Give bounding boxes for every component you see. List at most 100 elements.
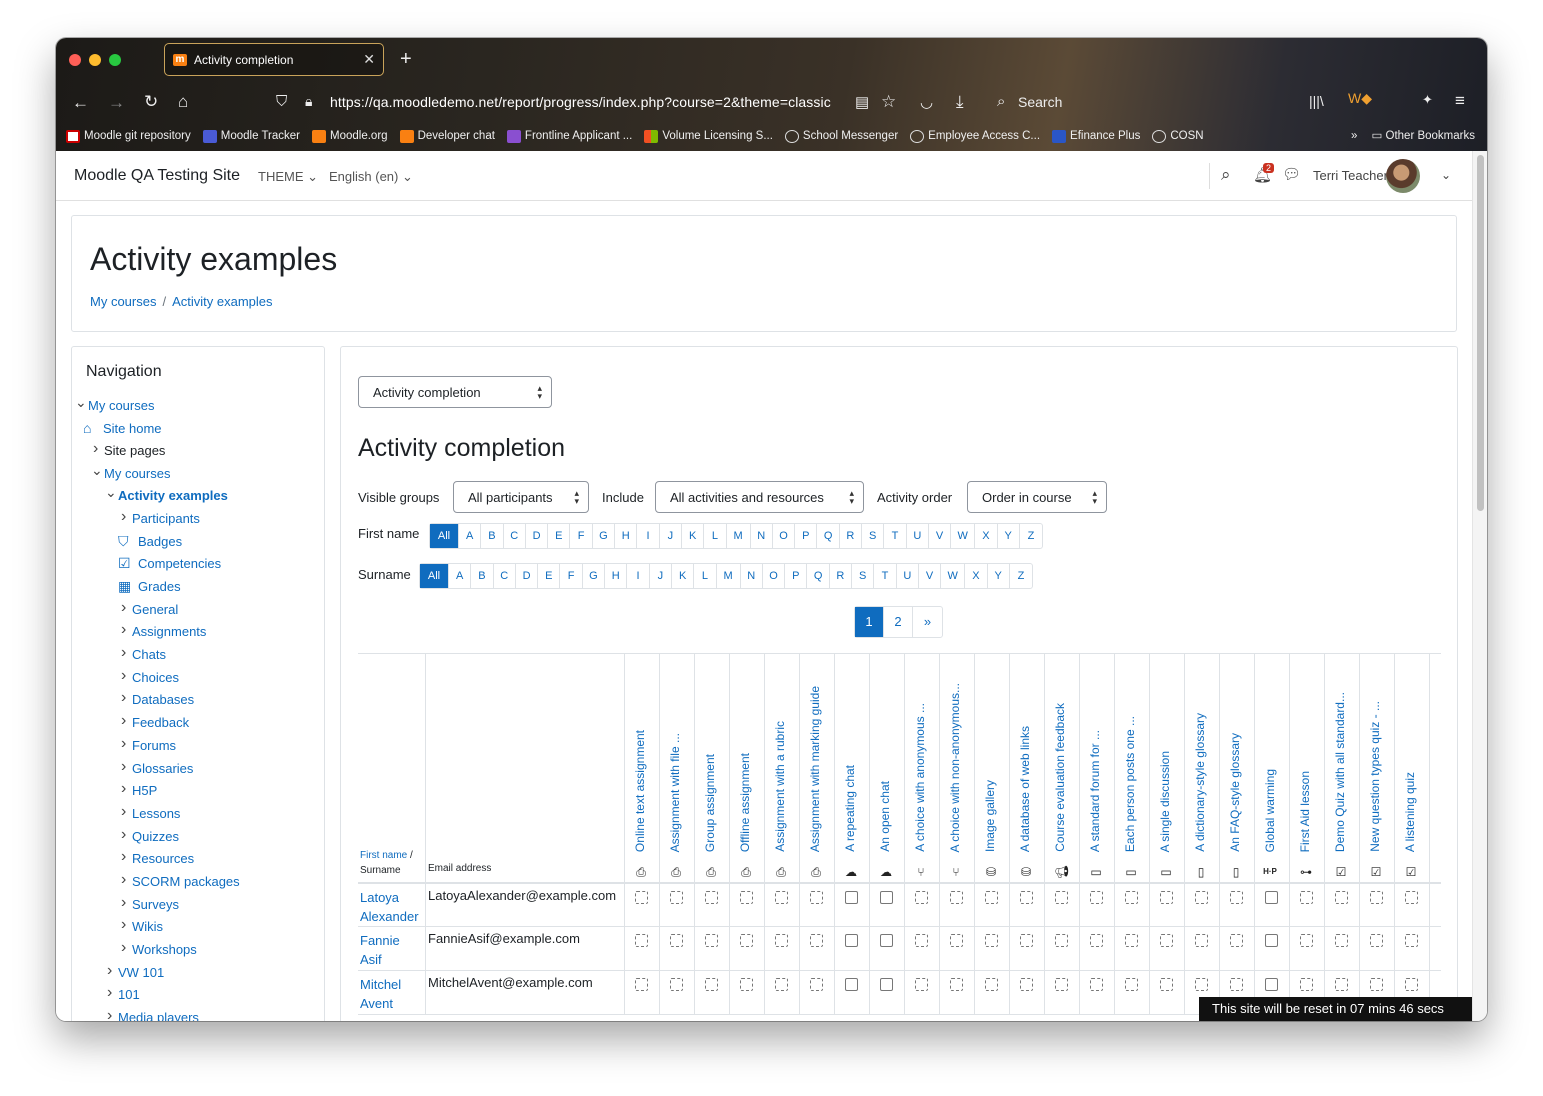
user-name[interactable]: Terri Teacher (1313, 168, 1388, 183)
nav-item[interactable]: Chats (132, 647, 166, 662)
firstname-initial-d[interactable]: D (526, 524, 549, 548)
completion-status-icon[interactable] (1230, 978, 1243, 991)
surname-initial-p[interactable]: P (785, 564, 808, 588)
completion-status-icon[interactable] (775, 934, 788, 947)
nav-item[interactable]: Grades (138, 579, 181, 594)
completion-status-icon[interactable] (810, 978, 823, 991)
completion-status-icon[interactable] (1090, 891, 1103, 904)
activity-link[interactable]: A single discussion (1158, 751, 1172, 852)
firstname-initial-p[interactable]: P (795, 524, 818, 548)
firstname-initial-c[interactable]: C (504, 524, 526, 548)
sort-firstname-link[interactable]: First name (360, 850, 407, 861)
activity-link[interactable]: Assignment with marking guide (808, 686, 822, 852)
completion-status-icon[interactable] (880, 934, 893, 947)
menu-icon[interactable]: ≡ (1455, 91, 1465, 111)
firstname-initial-all[interactable]: All (430, 524, 459, 548)
chevron-down-icon[interactable]: ⌄ (105, 484, 117, 501)
surname-initial-k[interactable]: K (672, 564, 695, 588)
surname-initial-l[interactable]: L (694, 564, 717, 588)
completion-status-icon[interactable] (705, 978, 718, 991)
completion-status-icon[interactable] (915, 891, 928, 904)
chevron-right-icon[interactable]: › (107, 984, 112, 1002)
completion-status-icon[interactable] (1370, 978, 1383, 991)
chevron-double-right-icon[interactable]: » (1351, 130, 1357, 142)
completion-status-icon[interactable] (740, 978, 753, 991)
surname-initial-s[interactable]: S (852, 564, 875, 588)
chevron-right-icon[interactable]: › (121, 644, 126, 662)
firstname-initial-t[interactable]: T (884, 524, 907, 548)
activity-link[interactable]: Demo Quiz with all standard... (1333, 692, 1347, 852)
extension-icon[interactable]: W◆ (1348, 90, 1372, 107)
chevron-right-icon[interactable]: › (121, 712, 126, 730)
surname-initial-w[interactable]: W (941, 564, 966, 588)
nav-item[interactable]: My courses (104, 466, 170, 481)
surname-initial-x[interactable]: X (965, 564, 988, 588)
firstname-initial-s[interactable]: S (862, 524, 885, 548)
activity-link[interactable]: A repeating chat (843, 765, 857, 852)
completion-status-icon[interactable] (1300, 978, 1313, 991)
completion-status-icon[interactable] (1160, 891, 1173, 904)
nav-item[interactable]: Feedback (132, 715, 189, 730)
nav-item[interactable]: Site home (103, 421, 162, 436)
completion-status-icon[interactable] (880, 891, 893, 904)
surname-initial-j[interactable]: J (650, 564, 672, 588)
surname-initial-e[interactable]: E (538, 564, 561, 588)
completion-status-icon[interactable] (915, 978, 928, 991)
completion-status-icon[interactable] (845, 934, 858, 947)
firstname-initial-z[interactable]: Z (1020, 524, 1042, 548)
nav-item[interactable]: Glossaries (132, 761, 193, 776)
activity-link[interactable]: An open chat (878, 781, 892, 852)
nav-item[interactable]: Competencies (138, 556, 221, 571)
bookmark-item[interactable]: School Messenger (784, 126, 898, 146)
chevron-right-icon[interactable]: › (121, 939, 126, 957)
page-1-link[interactable]: 1 (855, 607, 884, 637)
library-icon[interactable]: |||\ (1309, 93, 1324, 109)
forward-icon[interactable]: → (108, 93, 125, 113)
sort-surname-link[interactable]: Surname (360, 865, 401, 876)
nav-item[interactable]: Lessons (132, 806, 180, 821)
completion-status-icon[interactable] (1265, 934, 1278, 947)
completion-status-icon[interactable] (1055, 978, 1068, 991)
theme-menu[interactable]: THEME ⌄ (258, 169, 318, 185)
firstname-initial-v[interactable]: V (929, 524, 952, 548)
completion-status-icon[interactable] (635, 891, 648, 904)
firstname-initial-m[interactable]: M (727, 524, 751, 548)
surname-initial-a[interactable]: A (449, 564, 472, 588)
completion-status-icon[interactable] (1370, 934, 1383, 947)
participant-name-link[interactable]: Mitchel Avent (360, 975, 424, 1013)
chevron-right-icon[interactable]: › (121, 826, 126, 844)
firstname-initial-q[interactable]: Q (817, 524, 840, 548)
chevron-right-icon[interactable]: › (121, 735, 126, 753)
chevron-right-icon[interactable]: › (121, 508, 126, 526)
activity-link[interactable]: Assignment with file ... (668, 733, 682, 852)
minimize-window-button[interactable] (89, 54, 101, 66)
completion-status-icon[interactable] (950, 934, 963, 947)
surname-initial-i[interactable]: I (627, 564, 650, 588)
completion-status-icon[interactable] (775, 891, 788, 904)
completion-status-icon[interactable] (950, 891, 963, 904)
completion-status-icon[interactable] (1335, 934, 1348, 947)
breadcrumb-my-courses[interactable]: My courses (90, 294, 156, 309)
completion-status-icon[interactable] (1020, 891, 1033, 904)
completion-status-icon[interactable] (1090, 978, 1103, 991)
bookmark-item[interactable]: COSN (1152, 126, 1204, 146)
completion-status-icon[interactable] (705, 891, 718, 904)
shield-icon[interactable]: ⛉ (276, 93, 287, 110)
chevron-down-icon[interactable]: ⌄ (91, 462, 103, 479)
surname-initial-q[interactable]: Q (807, 564, 830, 588)
completion-status-icon[interactable] (705, 934, 718, 947)
chevron-right-icon[interactable]: › (121, 871, 126, 889)
firstname-initial-e[interactable]: E (548, 524, 571, 548)
chevron-right-icon[interactable]: › (121, 599, 126, 617)
firstname-initial-f[interactable]: F (570, 524, 593, 548)
chevron-right-icon[interactable]: › (107, 962, 112, 980)
completion-status-icon[interactable] (1230, 934, 1243, 947)
surname-initial-f[interactable]: F (560, 564, 583, 588)
completion-status-icon[interactable] (1335, 978, 1348, 991)
surname-initial-v[interactable]: V (919, 564, 942, 588)
completion-status-icon[interactable] (1300, 891, 1313, 904)
completion-status-icon[interactable] (915, 934, 928, 947)
avatar[interactable] (1386, 159, 1420, 193)
nav-item[interactable]: Wikis (132, 919, 163, 934)
extensions-puzzle-icon[interactable]: ✦ (1422, 92, 1433, 108)
